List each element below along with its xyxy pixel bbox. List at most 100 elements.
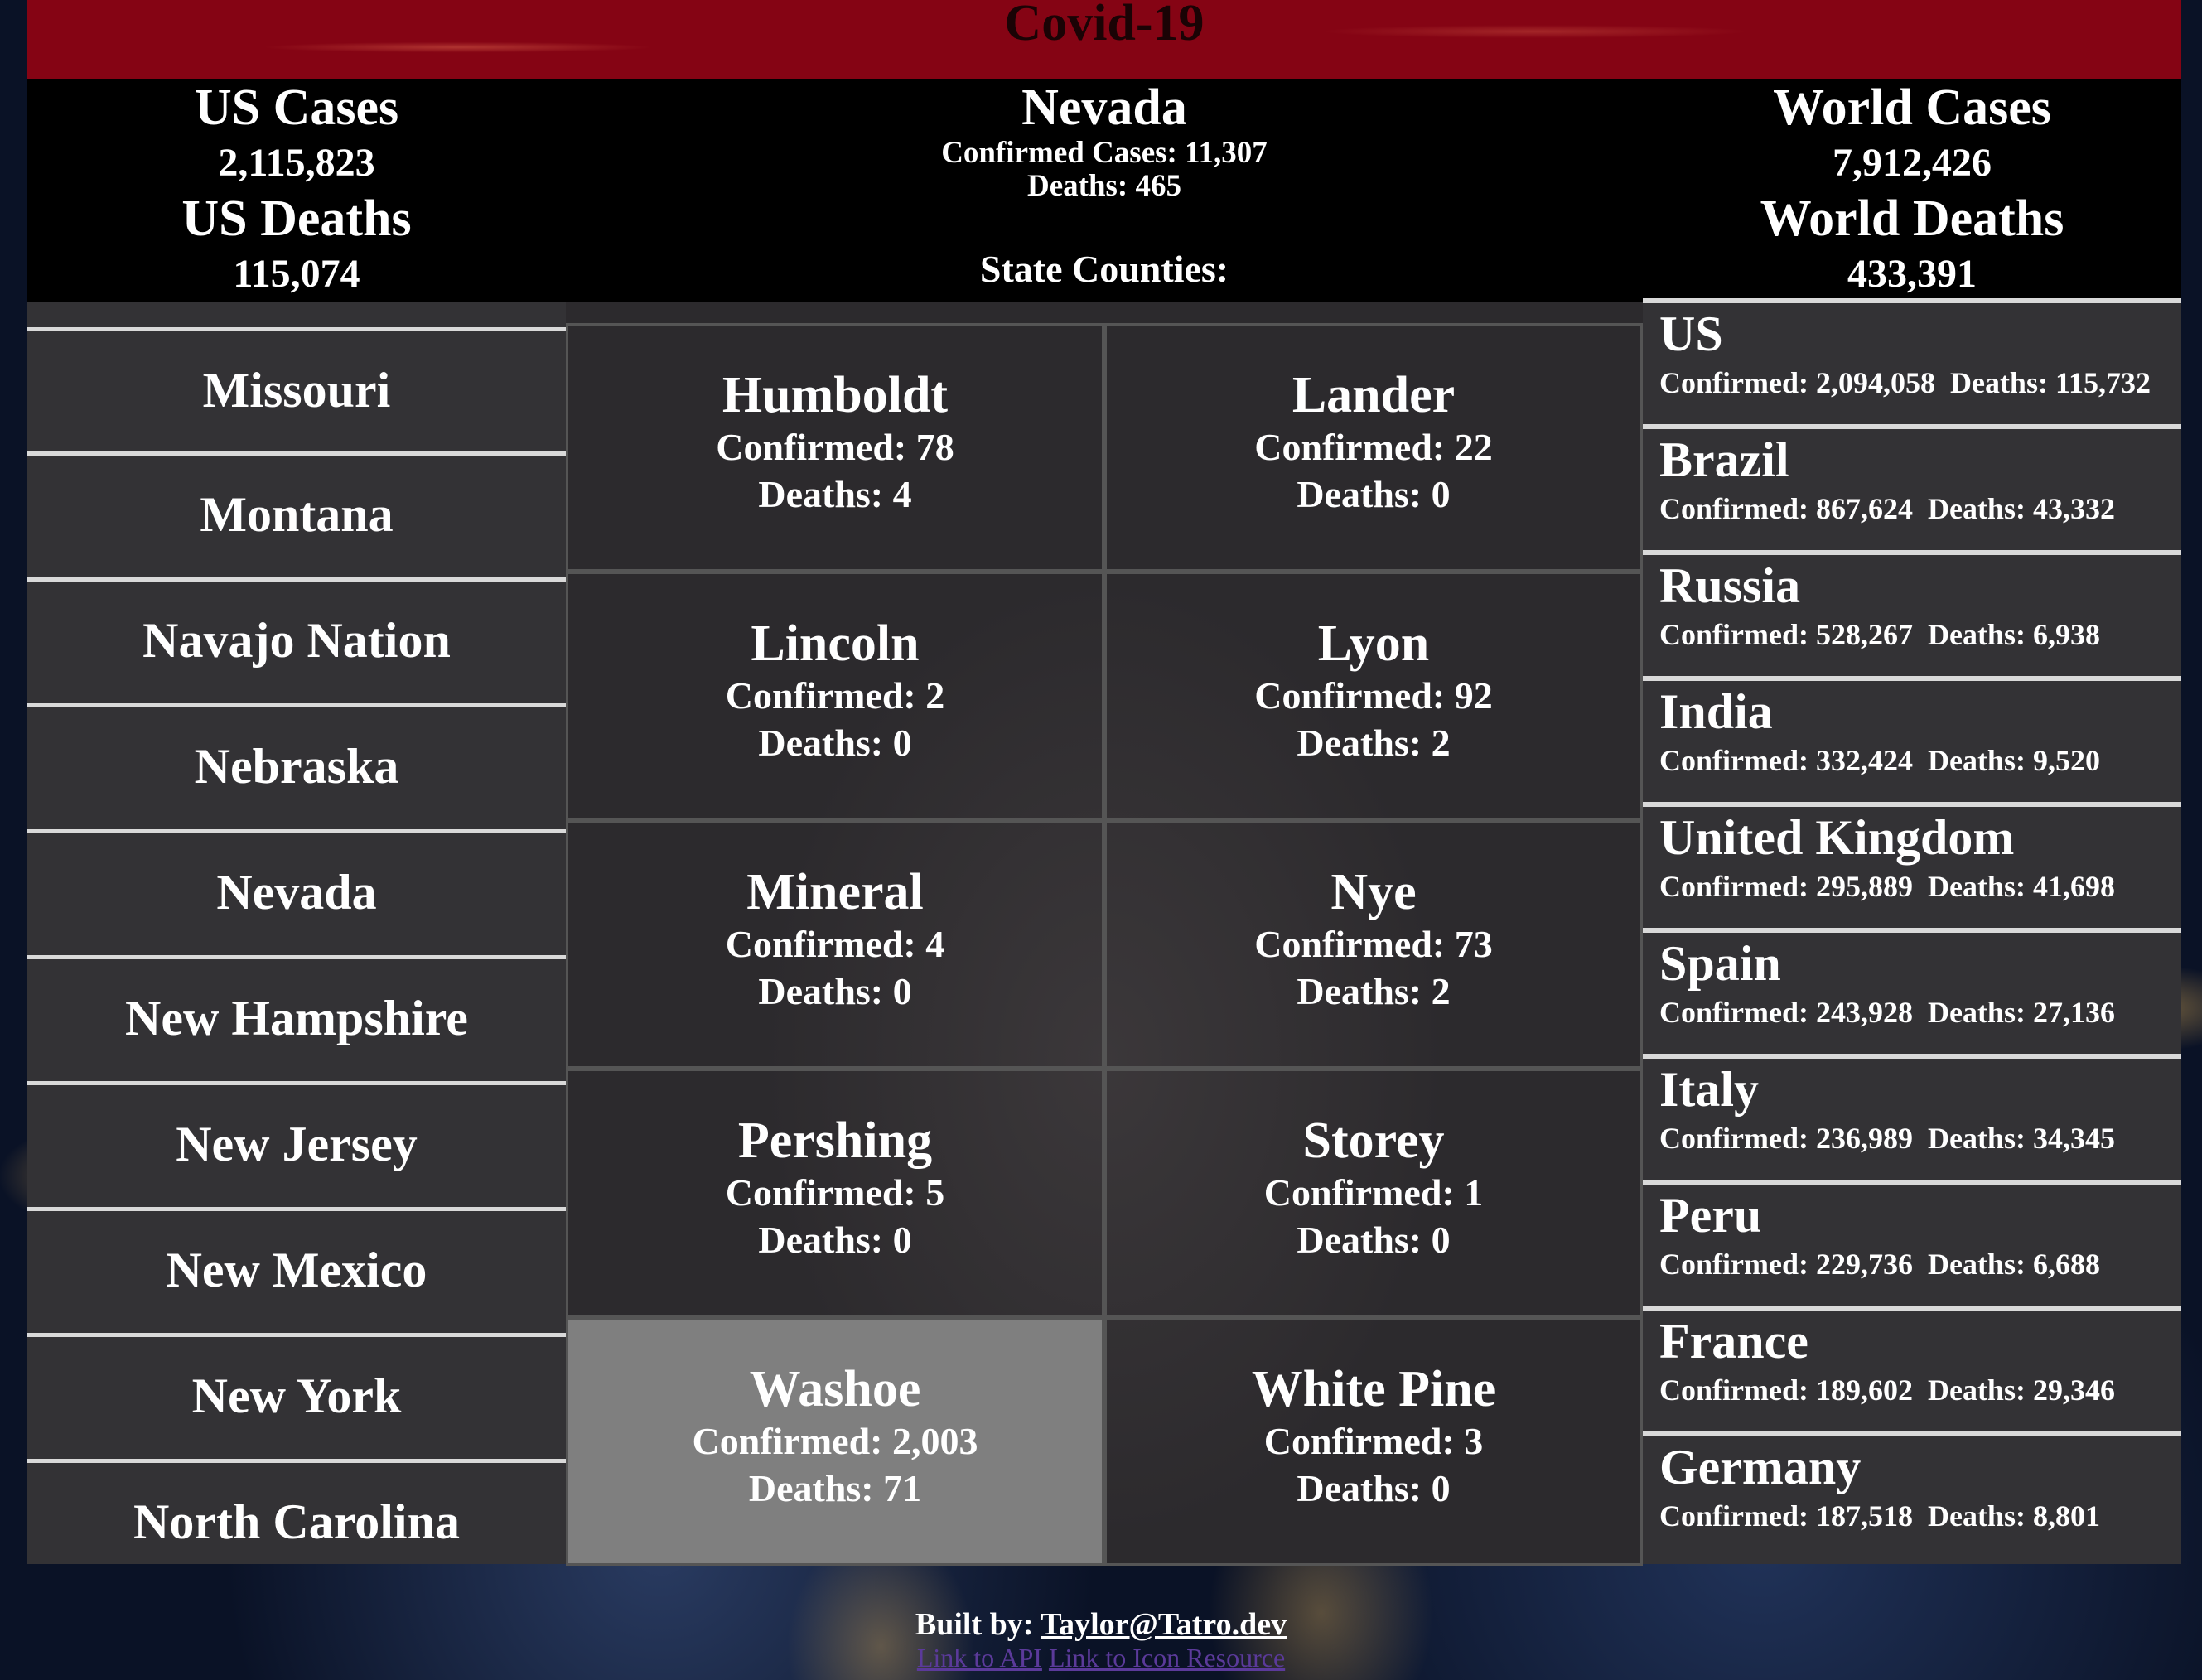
country-name: Spain: [1659, 936, 1781, 991]
country-name: Italy: [1659, 1062, 1759, 1117]
country-confirmed: Confirmed: 187,518: [1659, 1499, 1913, 1533]
country-deaths: Deaths: 8,801: [1927, 1499, 2100, 1533]
state-item-label: Nebraska: [194, 739, 399, 794]
country-item[interactable]: France Confirmed: 189,602 Deaths: 29,346: [1643, 1306, 2181, 1431]
county-card[interactable]: Lander Confirmed: 22 Deaths: 0: [1104, 323, 1643, 572]
county-confirmed: Confirmed: 2: [725, 674, 945, 717]
state-item[interactable]: New Jersey: [27, 1081, 566, 1204]
country-item[interactable]: India Confirmed: 332,424 Deaths: 9,520: [1643, 676, 2181, 802]
county-name: Washoe: [749, 1361, 921, 1417]
country-confirmed: Confirmed: 295,889: [1659, 870, 1913, 903]
county-card[interactable]: Lyon Confirmed: 92 Deaths: 2: [1104, 572, 1643, 820]
us-deaths-value: 115,074: [233, 252, 360, 296]
country-item[interactable]: Russia Confirmed: 528,267 Deaths: 6,938: [1643, 550, 2181, 676]
state-item-label: Missouri: [202, 363, 391, 418]
county-deaths: Deaths: 0: [1297, 1467, 1451, 1509]
country-item[interactable]: US Confirmed: 2,094,058 Deaths: 115,732: [1643, 298, 2181, 424]
country-item[interactable]: Spain Confirmed: 243,928 Deaths: 27,136: [1643, 928, 2181, 1054]
country-item[interactable]: Peru Confirmed: 229,736 Deaths: 6,688: [1643, 1180, 2181, 1306]
app-container: Covid-19 US Cases 2,115,823 US Deaths 11…: [27, 0, 2181, 1566]
country-deaths: Deaths: 115,732: [1949, 366, 2151, 399]
us-cases-value: 2,115,823: [218, 141, 375, 185]
county-confirmed: Confirmed: 2,003: [692, 1420, 978, 1462]
county-confirmed: Confirmed: 78: [716, 426, 954, 468]
county-card[interactable]: Lincoln Confirmed: 2 Deaths: 0: [566, 572, 1104, 820]
country-stats: Confirmed: 229,736 Deaths: 6,688: [1659, 1244, 2181, 1284]
state-list[interactable]: Missouri Montana Navajo Nation Nebraska …: [27, 302, 566, 1564]
county-deaths: Deaths: 0: [1297, 1219, 1451, 1261]
country-item[interactable]: Brazil Confirmed: 867,624 Deaths: 43,332: [1643, 424, 2181, 550]
world-cases-value: 7,912,426: [1833, 141, 1992, 185]
country-stats: Confirmed: 243,928 Deaths: 27,136: [1659, 992, 2181, 1032]
state-item[interactable]: Nebraska: [27, 703, 566, 826]
country-item[interactable]: United Kingdom Confirmed: 295,889 Deaths:…: [1643, 802, 2181, 928]
country-confirmed: Confirmed: 867,624: [1659, 492, 1913, 525]
county-card[interactable]: White Pine Confirmed: 3 Deaths: 0: [1104, 1317, 1643, 1566]
country-stats: Confirmed: 332,424 Deaths: 9,520: [1659, 741, 2181, 780]
county-card[interactable]: Humboldt Confirmed: 78 Deaths: 4: [566, 323, 1104, 572]
state-item-label: New Mexico: [166, 1243, 427, 1297]
footer: Built by: Taylor@Tatro.dev Link to API L…: [0, 1607, 2202, 1673]
country-name: Germany: [1659, 1440, 1862, 1494]
world-summary: World Cases 7,912,426 World Deaths 433,3…: [1643, 79, 2181, 301]
country-name: India: [1659, 684, 1773, 739]
country-stats: Confirmed: 236,989 Deaths: 34,345: [1659, 1118, 2181, 1158]
country-item[interactable]: Germany Confirmed: 187,518 Deaths: 8,801: [1643, 1431, 2181, 1557]
county-name: Lander: [1292, 367, 1456, 423]
state-item[interactable]: New York: [27, 1333, 566, 1456]
state-item-label: New Jersey: [176, 1117, 418, 1171]
country-stats: Confirmed: 189,602 Deaths: 29,346: [1659, 1370, 2181, 1410]
county-confirmed: Confirmed: 22: [1254, 426, 1493, 468]
author-link[interactable]: Taylor@Tatro.dev: [1041, 1607, 1287, 1642]
state-item-label: Nevada: [216, 865, 377, 920]
county-deaths: Deaths: 0: [758, 970, 912, 1012]
country-confirmed: Confirmed: 2,094,058: [1659, 366, 1935, 399]
country-stats: Confirmed: 2,094,058 Deaths: 115,732: [1659, 363, 2181, 403]
country-stats: Confirmed: 528,267 Deaths: 6,938: [1659, 615, 2181, 654]
country-confirmed: Confirmed: 332,424: [1659, 744, 1913, 777]
country-stats: Confirmed: 187,518 Deaths: 8,801: [1659, 1496, 2181, 1536]
state-item[interactable]: Navajo Nation: [27, 577, 566, 700]
state-confirmed: Confirmed Cases: 11,307: [941, 136, 1268, 170]
state-item[interactable]: Missouri: [27, 327, 566, 450]
county-name: Humboldt: [722, 367, 949, 423]
county-name: Lyon: [1317, 616, 1430, 672]
county-deaths: Deaths: 2: [1297, 722, 1451, 764]
summary-header: US Cases 2,115,823 US Deaths 115,074 Nev…: [27, 79, 2181, 302]
state-item-label: New Hampshire: [125, 991, 468, 1045]
country-confirmed: Confirmed: 528,267: [1659, 618, 1913, 651]
county-card[interactable]: Mineral Confirmed: 4 Deaths: 0: [566, 820, 1104, 1069]
county-confirmed: Confirmed: 92: [1254, 674, 1493, 717]
us-summary: US Cases 2,115,823 US Deaths 115,074: [27, 79, 566, 301]
county-name: Pershing: [737, 1113, 933, 1169]
country-item[interactable]: Italy Confirmed: 236,989 Deaths: 34,345: [1643, 1054, 2181, 1180]
county-card[interactable]: Storey Confirmed: 1 Deaths: 0: [1104, 1069, 1643, 1317]
built-by-line: Built by: Taylor@Tatro.dev: [0, 1607, 2202, 1642]
state-item[interactable]: Montana: [27, 451, 566, 574]
county-card-selected[interactable]: Washoe Confirmed: 2,003 Deaths: 71: [566, 1317, 1104, 1566]
us-cases-label: US Cases: [194, 80, 399, 136]
api-link[interactable]: Link to API: [917, 1643, 1042, 1673]
state-item[interactable]: New Hampshire: [27, 955, 566, 1078]
county-confirmed: Confirmed: 1: [1263, 1171, 1484, 1214]
country-deaths: Deaths: 41,698: [1927, 870, 2115, 903]
us-deaths-label: US Deaths: [181, 191, 412, 247]
country-deaths: Deaths: 6,938: [1927, 618, 2100, 651]
county-card[interactable]: Pershing Confirmed: 5 Deaths: 0: [566, 1069, 1104, 1317]
state-item[interactable]: North Carolina: [27, 1459, 566, 1564]
state-deaths: Deaths: 465: [1026, 169, 1181, 203]
county-name: Mineral: [746, 864, 924, 920]
country-list[interactable]: US Confirmed: 2,094,058 Deaths: 115,732 B…: [1643, 298, 2181, 1564]
state-counties-label: State Counties:: [979, 248, 1229, 290]
county-card[interactable]: Nye Confirmed: 73 Deaths: 2: [1104, 820, 1643, 1069]
state-item-label: Navajo Nation: [142, 613, 451, 668]
icon-resource-link[interactable]: Link to Icon Resource: [1049, 1643, 1285, 1673]
county-name: Lincoln: [751, 616, 920, 672]
county-deaths: Deaths: 0: [1297, 473, 1451, 515]
country-deaths: Deaths: 27,136: [1927, 996, 2115, 1029]
county-grid: Humboldt Confirmed: 78 Deaths: 4 Lander …: [566, 302, 1643, 1566]
country-confirmed: Confirmed: 189,602: [1659, 1373, 1913, 1407]
state-item[interactable]: Nevada: [27, 829, 566, 952]
country-name: Peru: [1659, 1188, 1762, 1243]
state-item[interactable]: New Mexico: [27, 1207, 566, 1330]
